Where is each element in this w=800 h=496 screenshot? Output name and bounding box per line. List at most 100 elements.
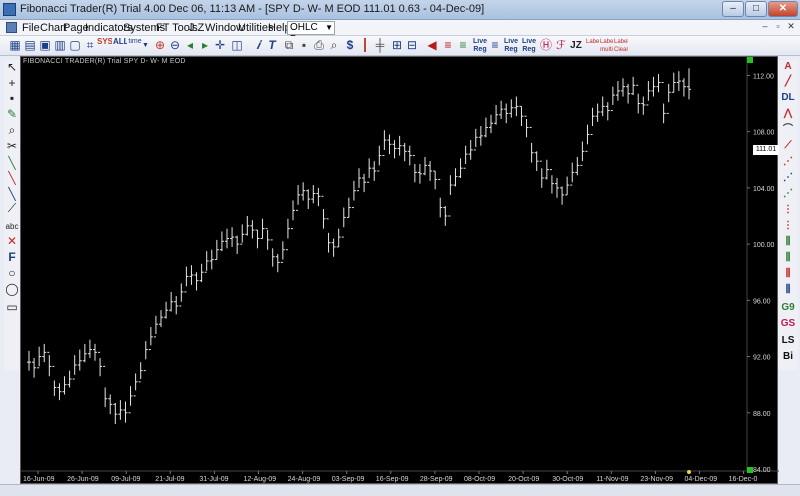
gann-icon[interactable]: ⫼ — [778, 267, 798, 281]
circle-icon[interactable]: ○ — [4, 266, 20, 280]
magnifier-icon[interactable]: ⌕ — [4, 123, 20, 137]
fib-tool[interactable]: F — [4, 250, 20, 264]
crosshair-icon[interactable]: ✛ — [213, 38, 227, 54]
ohlc-bar — [250, 220, 255, 239]
speed-line-icon[interactable]: ⟋ — [778, 139, 798, 153]
pen-icon[interactable]: 𝒊 — [251, 38, 265, 54]
zoom-out-icon[interactable]: ⊖ — [168, 38, 182, 54]
ruler-green-icon[interactable]: ≡ — [456, 38, 470, 54]
grid-icon[interactable]: ▥ — [53, 38, 67, 54]
scroll-left-icon[interactable]: ◂ — [183, 38, 197, 54]
ellipse-icon[interactable]: ◯ — [4, 282, 20, 296]
x-tick-label: 30-Oct-09 — [552, 476, 583, 483]
all-button[interactable]: ALL — [113, 38, 127, 54]
mdi-minimize-button[interactable]: – — [760, 22, 770, 32]
grid-tool-icon[interactable]: ⫼ — [778, 283, 798, 297]
mdi-restore-button[interactable]: ▫ — [773, 22, 783, 32]
regression-icon[interactable]: ≡ — [488, 38, 502, 54]
wave-icon[interactable]: ⋀ — [778, 107, 798, 121]
minimize-button[interactable]: – — [722, 1, 744, 17]
zoom-in-icon[interactable]: ⊕ — [153, 38, 167, 54]
sys-button[interactable]: SYS — [97, 38, 112, 54]
indicator-icon[interactable]: ⌗ — [84, 38, 96, 54]
fib-zone-icon[interactable]: ℱ — [554, 38, 568, 54]
trendline-red-icon[interactable]: ╲ — [4, 171, 20, 185]
ohlc-bar — [423, 156, 427, 176]
delete-drawing-icon[interactable]: ✂ — [4, 139, 20, 153]
chart-style-icon[interactable]: ◫ — [230, 38, 244, 54]
pencil-icon[interactable]: ✎ — [4, 107, 20, 121]
maximize-button[interactable]: □ — [745, 1, 767, 17]
trendline-blue-icon[interactable]: ╲ — [4, 187, 20, 201]
scroll-top-marker[interactable] — [747, 57, 753, 63]
print-icon[interactable]: ⎙ — [312, 38, 326, 54]
trendline-icon[interactable]: ╲ — [4, 156, 20, 170]
bi-tool[interactable]: Bi — [778, 350, 798, 364]
menu-file[interactable]: File — [22, 22, 40, 34]
fan-green-icon[interactable]: ⋰ — [778, 187, 798, 201]
document-icon[interactable] — [6, 22, 17, 33]
ohlc-bar — [82, 343, 87, 363]
copy-icon[interactable]: ⧉ — [282, 38, 296, 54]
time-button[interactable]: time — [128, 38, 142, 54]
bar-chart-icon[interactable]: ┃ — [358, 38, 372, 54]
toolbar-dropdown-arrow[interactable]: ▼ — [142, 38, 148, 54]
chart-window[interactable]: 84.00 88.00 92.00 96.00 100.00 104.00 108.00 11… — [20, 56, 779, 485]
window-icon[interactable]: ▢ — [68, 38, 82, 54]
multi-chart-icon[interactable]: ⊞ — [390, 38, 404, 54]
alert-tool[interactable]: A — [778, 60, 798, 74]
scroll-bottom-marker[interactable] — [747, 467, 753, 473]
chart-type-select[interactable]: OHLC Bar ▼ — [287, 21, 335, 45]
fan-line-icon[interactable]: ╱ — [778, 75, 798, 89]
live-reg-button-2[interactable]: Live Reg — [503, 38, 519, 54]
layout-icon[interactable]: ▣ — [38, 38, 52, 54]
label-clear-button[interactable]: Label Clear — [614, 38, 628, 54]
save-icon[interactable]: ▪ — [297, 38, 311, 54]
new-chart-icon[interactable]: ▦ — [8, 38, 22, 54]
ohlc-bar — [240, 224, 245, 245]
gs-tool[interactable]: GS — [778, 317, 798, 331]
ohlc-chart[interactable]: 84.00 88.00 92.00 96.00 100.00 104.00 108.00 11… — [21, 57, 779, 485]
close-button[interactable]: ✕ — [768, 1, 798, 17]
retracement-icon[interactable]: ⋮ — [778, 203, 798, 217]
ohlc-bar — [377, 145, 382, 172]
menu-jz[interactable]: J.Z — [189, 22, 204, 34]
ohlc-bar — [143, 341, 148, 372]
extension-icon[interactable]: ⋮ — [778, 219, 798, 233]
live-reg-button-3[interactable]: Live Reg — [521, 38, 537, 54]
open-icon[interactable]: ▤ — [23, 38, 37, 54]
label-multi-button[interactable]: Label multi — [600, 38, 613, 54]
ruler-icon[interactable]: ≡ — [441, 38, 455, 54]
back-icon[interactable]: ◀ — [425, 38, 439, 54]
ohlc-bar — [666, 83, 671, 114]
jz-button[interactable]: JZ — [569, 38, 583, 54]
crosshair-tool-icon[interactable]: + — [4, 76, 20, 90]
x-mark-icon[interactable]: ✕ — [4, 234, 20, 248]
ls-tool[interactable]: LS — [778, 334, 798, 348]
fib-hp-icon[interactable]: Ⓗ — [539, 38, 553, 54]
text-tool-icon[interactable]: T — [265, 38, 279, 54]
cursor-box-icon[interactable]: ▪ — [4, 91, 20, 105]
compare-icon[interactable]: ⊟ — [405, 38, 419, 54]
ohlc-bar — [621, 78, 625, 97]
pointer-icon[interactable]: ↖ — [4, 60, 20, 74]
time-zone-icon[interactable]: ⫼ — [778, 251, 798, 265]
scroll-right-icon[interactable]: ▸ — [198, 38, 212, 54]
ohlc-bar — [382, 130, 387, 157]
live-reg-button-1[interactable]: Live Reg — [472, 38, 488, 54]
dl-tool[interactable]: DL — [778, 91, 798, 105]
fan-blue-icon[interactable]: ⋰ — [778, 171, 798, 185]
abc-label-tool[interactable]: abc — [4, 220, 20, 234]
candle-icon[interactable]: ╪ — [373, 38, 387, 54]
g9-tool[interactable]: G9 — [778, 301, 798, 315]
label-button[interactable]: Label — [586, 38, 599, 54]
dollar-icon[interactable]: $ — [343, 38, 357, 54]
rectangle-icon[interactable]: ▭ — [4, 300, 20, 314]
fan-red-icon[interactable]: ⋰ — [778, 155, 798, 169]
cycle-icon[interactable]: ⫼ — [778, 235, 798, 249]
arc-icon[interactable]: ⌒ — [778, 123, 798, 137]
mdi-close-button[interactable]: ✕ — [786, 22, 796, 32]
ohlc-bar — [544, 159, 549, 180]
channel-icon[interactable]: ⟋ — [4, 201, 20, 215]
print-preview-icon[interactable]: ⌕ — [327, 38, 341, 54]
